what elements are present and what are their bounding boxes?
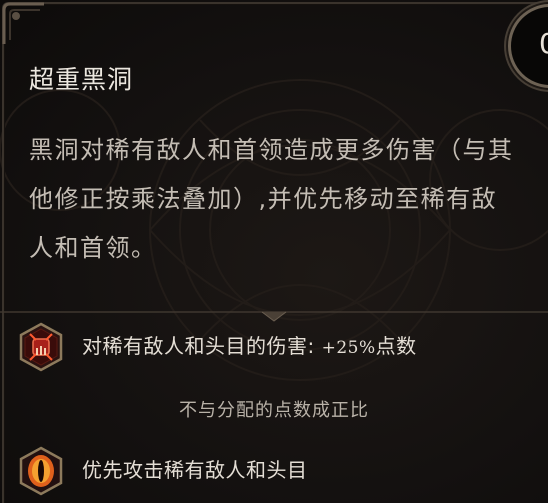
description-line: 人和首领。 [29, 234, 157, 262]
description-line: 黑洞对稀有敌人和首领造成更多伤害（与其 [29, 136, 514, 164]
stat-row-priority: 优先攻击稀有敌人和头目 [0, 438, 548, 502]
stat-suffix: 点数 [375, 334, 417, 358]
stat-value: +25% [321, 338, 376, 358]
level-badge-value: 0 [539, 27, 548, 60]
stat-row-damage: 对稀有敌人和头目的伤害: +25%点数 [0, 314, 548, 378]
eye-icon [19, 446, 63, 496]
tooltip-panel: 0 超重黑洞 黑洞对稀有敌人和首领造成更多伤害（与其 他修正按乘法叠加）,并优先… [0, 0, 548, 503]
skill-description: 黑洞对稀有敌人和首领造成更多伤害（与其 他修正按乘法叠加）,并优先移动至稀有敌 … [29, 126, 548, 273]
stat-label-damage: 对稀有敌人和头目的伤害: +25%点数 [82, 330, 417, 359]
stat-label-priority: 优先攻击稀有敌人和头目 [82, 458, 308, 482]
stat-label-text: 对稀有敌人和头目的伤害: [82, 334, 322, 358]
skill-title: 超重黑洞 [29, 65, 134, 94]
corner-ornament [2, 2, 44, 44]
fist-icon [19, 322, 63, 372]
description-line: 他修正按乘法叠加）,并优先移动至稀有敌 [29, 185, 498, 213]
scaling-note: 不与分配的点数成正比 [179, 400, 369, 421]
